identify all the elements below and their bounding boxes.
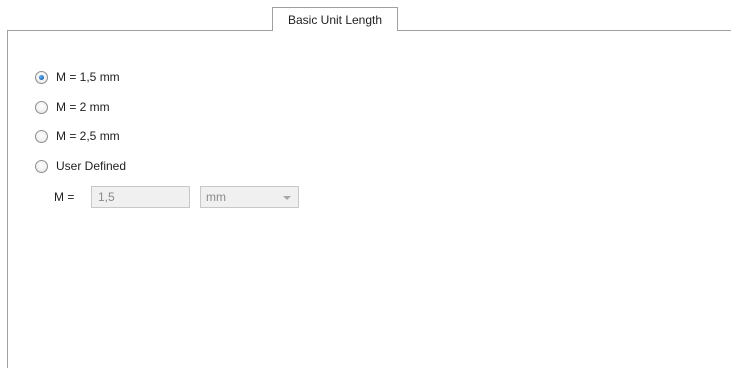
radio-label: M = 1,5 mm [56, 70, 120, 84]
radio-button[interactable] [35, 100, 48, 114]
radio-button[interactable] [35, 159, 48, 173]
dialog-root: Basic Unit Length M = 1,5 mm M = 2 mm M … [0, 0, 731, 368]
tab-basic-unit-length[interactable]: Basic Unit Length [272, 7, 398, 31]
radio-option-1-5mm[interactable]: M = 1,5 mm [35, 69, 120, 85]
radio-label: User Defined [56, 159, 127, 173]
radio-option-2mm[interactable]: M = 2 mm [35, 99, 110, 115]
radio-button-checked[interactable] [35, 70, 48, 84]
unit-dropdown[interactable]: mm [200, 186, 299, 208]
user-defined-value-field[interactable]: 1,5 [91, 186, 190, 208]
tab-label: Basic Unit Length [287, 12, 383, 27]
m-label: M = [54, 190, 75, 204]
unit-dropdown-value: mm [206, 190, 226, 204]
chevron-down-icon[interactable] [283, 196, 291, 200]
radio-label: M = 2,5 mm [56, 129, 120, 143]
radio-button[interactable] [35, 129, 48, 143]
radio-option-2-5mm[interactable]: M = 2,5 mm [35, 128, 120, 144]
radio-option-user-defined[interactable]: User Defined [35, 158, 126, 174]
radio-label: M = 2 mm [56, 100, 110, 114]
